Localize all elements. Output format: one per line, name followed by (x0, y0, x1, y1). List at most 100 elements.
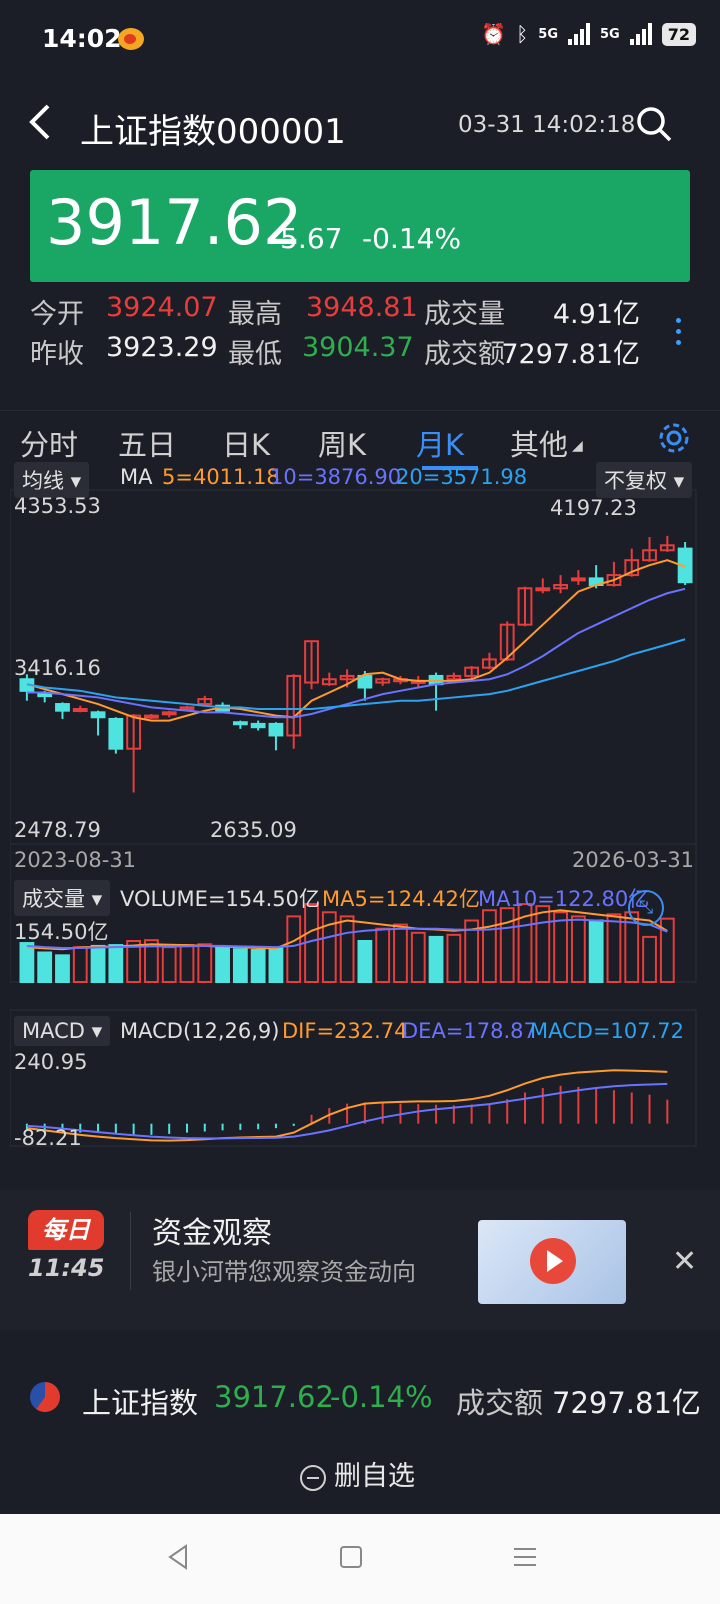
candle-body (268, 722, 284, 737)
candle-body (570, 577, 586, 582)
close-icon[interactable]: ✕ (672, 1244, 697, 1279)
volume-bar (553, 911, 568, 983)
volume-bar (286, 915, 302, 983)
volume-bar (606, 913, 622, 984)
quote-price: 3917.62 (214, 1380, 334, 1414)
volume-value-label: VOLUME=154.50亿 (120, 887, 321, 911)
low-label: 最低 (228, 339, 282, 370)
candle-body (232, 721, 248, 726)
volume-bar (410, 931, 426, 983)
battery-icon: 72 (661, 22, 696, 46)
other-dropdown-icon: ◢ (572, 438, 583, 454)
low-value: 3904.37 (302, 332, 414, 363)
tab-five-day[interactable]: 五日 (118, 422, 176, 464)
volume-bar (55, 954, 70, 984)
banner-subtitle: 银小河带您观察资金动向 (152, 1258, 416, 1286)
max-price-label: 4197.23 (550, 496, 637, 520)
search-icon[interactable] (636, 106, 672, 142)
macd-y-top: 240.95 (14, 1050, 88, 1074)
signal-icon (568, 23, 591, 45)
macd-dropdown[interactable]: MACD ▾ (14, 1016, 111, 1046)
banner-divider (130, 1212, 131, 1290)
macd-y-bottom: -82.21 (14, 1126, 82, 1150)
last-price: 3917.62 (46, 186, 303, 259)
candle-body (250, 722, 266, 729)
remove-watchlist-label: 删自选 (334, 1461, 415, 1492)
volume-bar (588, 919, 604, 983)
quote-amount: 7297.81亿 (552, 1386, 701, 1420)
min-price-label: 2635.09 (210, 818, 297, 842)
back-button[interactable] (26, 102, 52, 152)
volume-bar (570, 915, 586, 983)
open-value: 3924.07 (106, 292, 218, 323)
volume-bar (446, 933, 462, 984)
volume-bar (268, 947, 284, 984)
nav-home-icon[interactable] (336, 1542, 366, 1572)
network-label-2: 5G (600, 26, 620, 42)
nav-menu-icon[interactable] (510, 1542, 540, 1572)
volume-bar (339, 915, 355, 983)
gear-icon[interactable] (656, 420, 692, 456)
prev-close-value: 3923.29 (106, 332, 218, 363)
macd-value: MACD=107.72 (530, 1019, 685, 1043)
tab-monthly-k[interactable]: 月K (416, 422, 464, 464)
quote-amount-label: 成交额 (456, 1386, 544, 1420)
volume-bar (215, 945, 230, 983)
volume-bar (393, 923, 408, 984)
kline-chart[interactable] (10, 470, 710, 1170)
alarm-icon: ⏰ (481, 22, 507, 46)
tab-weekly-k[interactable]: 周K (318, 422, 366, 464)
bluetooth-icon: ᛒ (516, 22, 529, 46)
y-axis-top: 4353.53 (14, 494, 101, 518)
open-label: 今开 (30, 299, 84, 330)
more-icon[interactable] (676, 312, 684, 351)
quote-pct: -0.14% (330, 1380, 433, 1414)
volume-value: 4.91亿 (552, 299, 640, 330)
minus-circle-icon (300, 1464, 326, 1491)
volume-bar (90, 944, 106, 984)
candle-body (72, 708, 88, 713)
play-icon[interactable] (530, 1238, 576, 1284)
candle-body (535, 587, 551, 592)
volume-ma5: MA5=124.42亿 (322, 887, 480, 911)
network-label-1: 5G (538, 26, 559, 42)
volume-bar (535, 905, 551, 983)
volume-dropdown[interactable]: 成交量 ▾ (14, 880, 111, 916)
tab-daily-k[interactable]: 日K (222, 422, 270, 464)
volume-bar (250, 949, 266, 983)
tab-other[interactable]: 其他 (510, 422, 568, 464)
volume-y-top: 154.50亿 (14, 920, 109, 944)
candle-body (179, 706, 195, 711)
high-value: 3948.81 (306, 292, 418, 323)
daily-badge: 每日 (28, 1210, 104, 1250)
macd-dif: DIF=232.74 (282, 1019, 408, 1043)
volume-ma10: MA10=122.80亿 (478, 887, 650, 911)
candle-body (108, 717, 124, 750)
volume-bar (375, 927, 391, 984)
tab-timeshare[interactable]: 分时 (20, 422, 78, 464)
banner-title: 资金观察 (152, 1216, 272, 1251)
exchange-logo-icon (30, 1382, 60, 1412)
volume-bar (108, 944, 124, 984)
volume-bar (19, 942, 35, 983)
page-title: 上证指数000001 (80, 112, 346, 152)
expand-icon[interactable]: ⤡ (628, 890, 664, 926)
nav-back-icon[interactable] (164, 1542, 194, 1572)
y-axis-bottom: 2478.79 (14, 818, 101, 842)
date-end: 2026-03-31 (572, 848, 695, 872)
y-axis-mid: 3416.16 (14, 656, 101, 680)
remove-watchlist-button[interactable]: 删自选 (300, 1454, 415, 1493)
quote-name: 上证指数 (82, 1386, 199, 1420)
candle-body (55, 703, 70, 712)
candle-body (37, 693, 53, 698)
volume-bar (642, 935, 657, 983)
amount-label: 成交额 (424, 339, 505, 370)
banner-time: 11:45 (28, 1254, 105, 1282)
volume-bar (161, 946, 177, 983)
volume-label: 成交量 (424, 299, 505, 330)
volume-bar (197, 943, 213, 983)
status-time: 14:02 (42, 24, 122, 53)
quote-datetime: 03-31 14:02:18 (458, 112, 636, 138)
macd-params: MACD(12,26,9) (120, 1019, 280, 1043)
volume-bar (357, 940, 373, 983)
